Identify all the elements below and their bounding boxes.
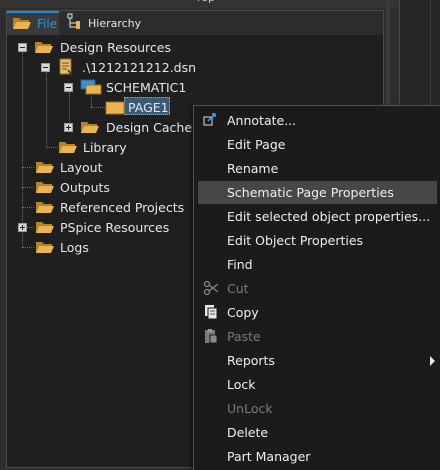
menu-item-label: Edit Page [227, 137, 286, 152]
folder-icon [35, 180, 55, 194]
menu-item-edit-selected-object-properties[interactable]: Edit selected object properties... [198, 205, 437, 228]
tree-item-library[interactable]: Library [0, 137, 200, 157]
tree-item-design-cache[interactable]: Design Cache [0, 117, 200, 137]
tab-file-label: File [37, 17, 58, 31]
tree-item-label: SCHEMATIC1 [106, 79, 187, 95]
tab-hierarchy-label: Hierarchy [88, 16, 142, 30]
folder-icon [35, 240, 55, 254]
scissors-icon [203, 280, 219, 296]
context-menu: Annotate... Edit Page Rename Schematic P… [193, 105, 440, 470]
menu-item-label: Copy [227, 305, 259, 320]
collapse-toggle[interactable] [18, 43, 27, 52]
menu-item-paste[interactable]: Paste [198, 325, 437, 348]
menu-item-reports[interactable]: Reports [198, 349, 437, 372]
menu-item-part-manager[interactable]: Part Manager [198, 445, 437, 468]
folder-icon [35, 220, 55, 234]
menu-item-label: Edit selected object properties... [227, 209, 431, 224]
menu-item-label: UnLock [227, 401, 273, 416]
menu-item-copy[interactable]: Copy [198, 301, 437, 324]
menu-item-edit-object-properties[interactable]: Edit Object Properties [198, 229, 437, 252]
tree-item-label: Logs [60, 239, 89, 255]
folder-icon [34, 40, 54, 54]
paste-icon [203, 328, 219, 344]
tree-item-logs[interactable]: Logs [0, 237, 200, 257]
tree-item-page1[interactable]: PAGE1 [0, 97, 200, 117]
menu-item-label: Part Manager [227, 449, 311, 464]
tab-bar: File Hierarchy [7, 11, 383, 35]
folder-icon [35, 200, 55, 214]
page-icon [105, 99, 125, 118]
menu-item-annotate[interactable]: Annotate... [198, 109, 437, 132]
tree-item-design-resources[interactable]: Design Resources [0, 37, 380, 57]
tree-item-label: PAGE1 [128, 99, 169, 115]
menu-item-rename[interactable]: Rename [198, 157, 437, 180]
design-file-icon [58, 58, 74, 79]
expand-toggle[interactable] [18, 223, 27, 232]
expand-toggle[interactable] [64, 123, 73, 132]
tree-item-label: Outputs [60, 179, 110, 195]
menu-item-find[interactable]: Find [198, 253, 437, 276]
menu-item-label: Cut [227, 281, 249, 296]
tree-item-dsn-file[interactable]: .\1212121212.dsn [0, 57, 380, 77]
annotate-icon [203, 112, 219, 128]
tree-item-layout[interactable]: Layout [0, 157, 200, 177]
window-title: rop [186, 0, 226, 5]
tree-item-label: Design Resources [60, 39, 171, 55]
folder-icon [35, 160, 55, 174]
menu-item-label: Paste [227, 329, 261, 344]
menu-item-delete[interactable]: Delete [198, 421, 437, 444]
tree-item-label: Design Cache [106, 119, 193, 135]
tree-item-schematic[interactable]: SCHEMATIC1 [0, 77, 380, 97]
tree-item-label: Layout [60, 159, 103, 175]
capture-project-manager: rop File Hierarc [0, 0, 440, 470]
menu-item-label: Reports [227, 353, 275, 368]
copy-icon [203, 304, 219, 320]
title-strip: rop [0, 0, 440, 8]
menu-item-label: Delete [227, 425, 269, 440]
folder-icon [58, 140, 78, 154]
menu-item-schematic-page-properties[interactable]: Schematic Page Properties [198, 181, 437, 204]
tab-file[interactable]: File [7, 11, 59, 35]
tree-item-label: Referenced Projects [60, 199, 185, 215]
schematic-folder-icon [80, 79, 102, 98]
menu-item-label: Annotate... [227, 113, 297, 128]
tree-item-outputs[interactable]: Outputs [0, 177, 200, 197]
menu-item-label: Schematic Page Properties [227, 185, 394, 200]
menu-item-cut[interactable]: Cut [198, 277, 437, 300]
tree-item-label: PSpice Resources [60, 219, 170, 235]
tree-item-label: Library [83, 139, 127, 155]
menu-item-label: Lock [227, 377, 256, 392]
menu-item-label: Edit Object Properties [227, 233, 364, 248]
menu-item-unlock[interactable]: UnLock [198, 397, 437, 420]
tree-item-pspice-resources[interactable]: PSpice Resources [0, 217, 200, 237]
open-folder-icon [12, 16, 32, 33]
menu-item-edit-page[interactable]: Edit Page [198, 133, 437, 156]
collapse-toggle[interactable] [64, 83, 73, 92]
menu-item-label: Rename [227, 161, 279, 176]
submenu-arrow-icon [430, 356, 435, 366]
tree-item-referenced-projects[interactable]: Referenced Projects [0, 197, 200, 217]
collapse-toggle[interactable] [41, 63, 50, 72]
tab-hierarchy[interactable]: Hierarchy [63, 11, 143, 35]
hierarchy-icon [66, 13, 84, 34]
tree-item-label: .\1212121212.dsn [82, 59, 197, 75]
menu-item-lock[interactable]: Lock [198, 373, 437, 396]
menu-item-label: Find [227, 257, 253, 272]
folder-icon [80, 120, 100, 134]
